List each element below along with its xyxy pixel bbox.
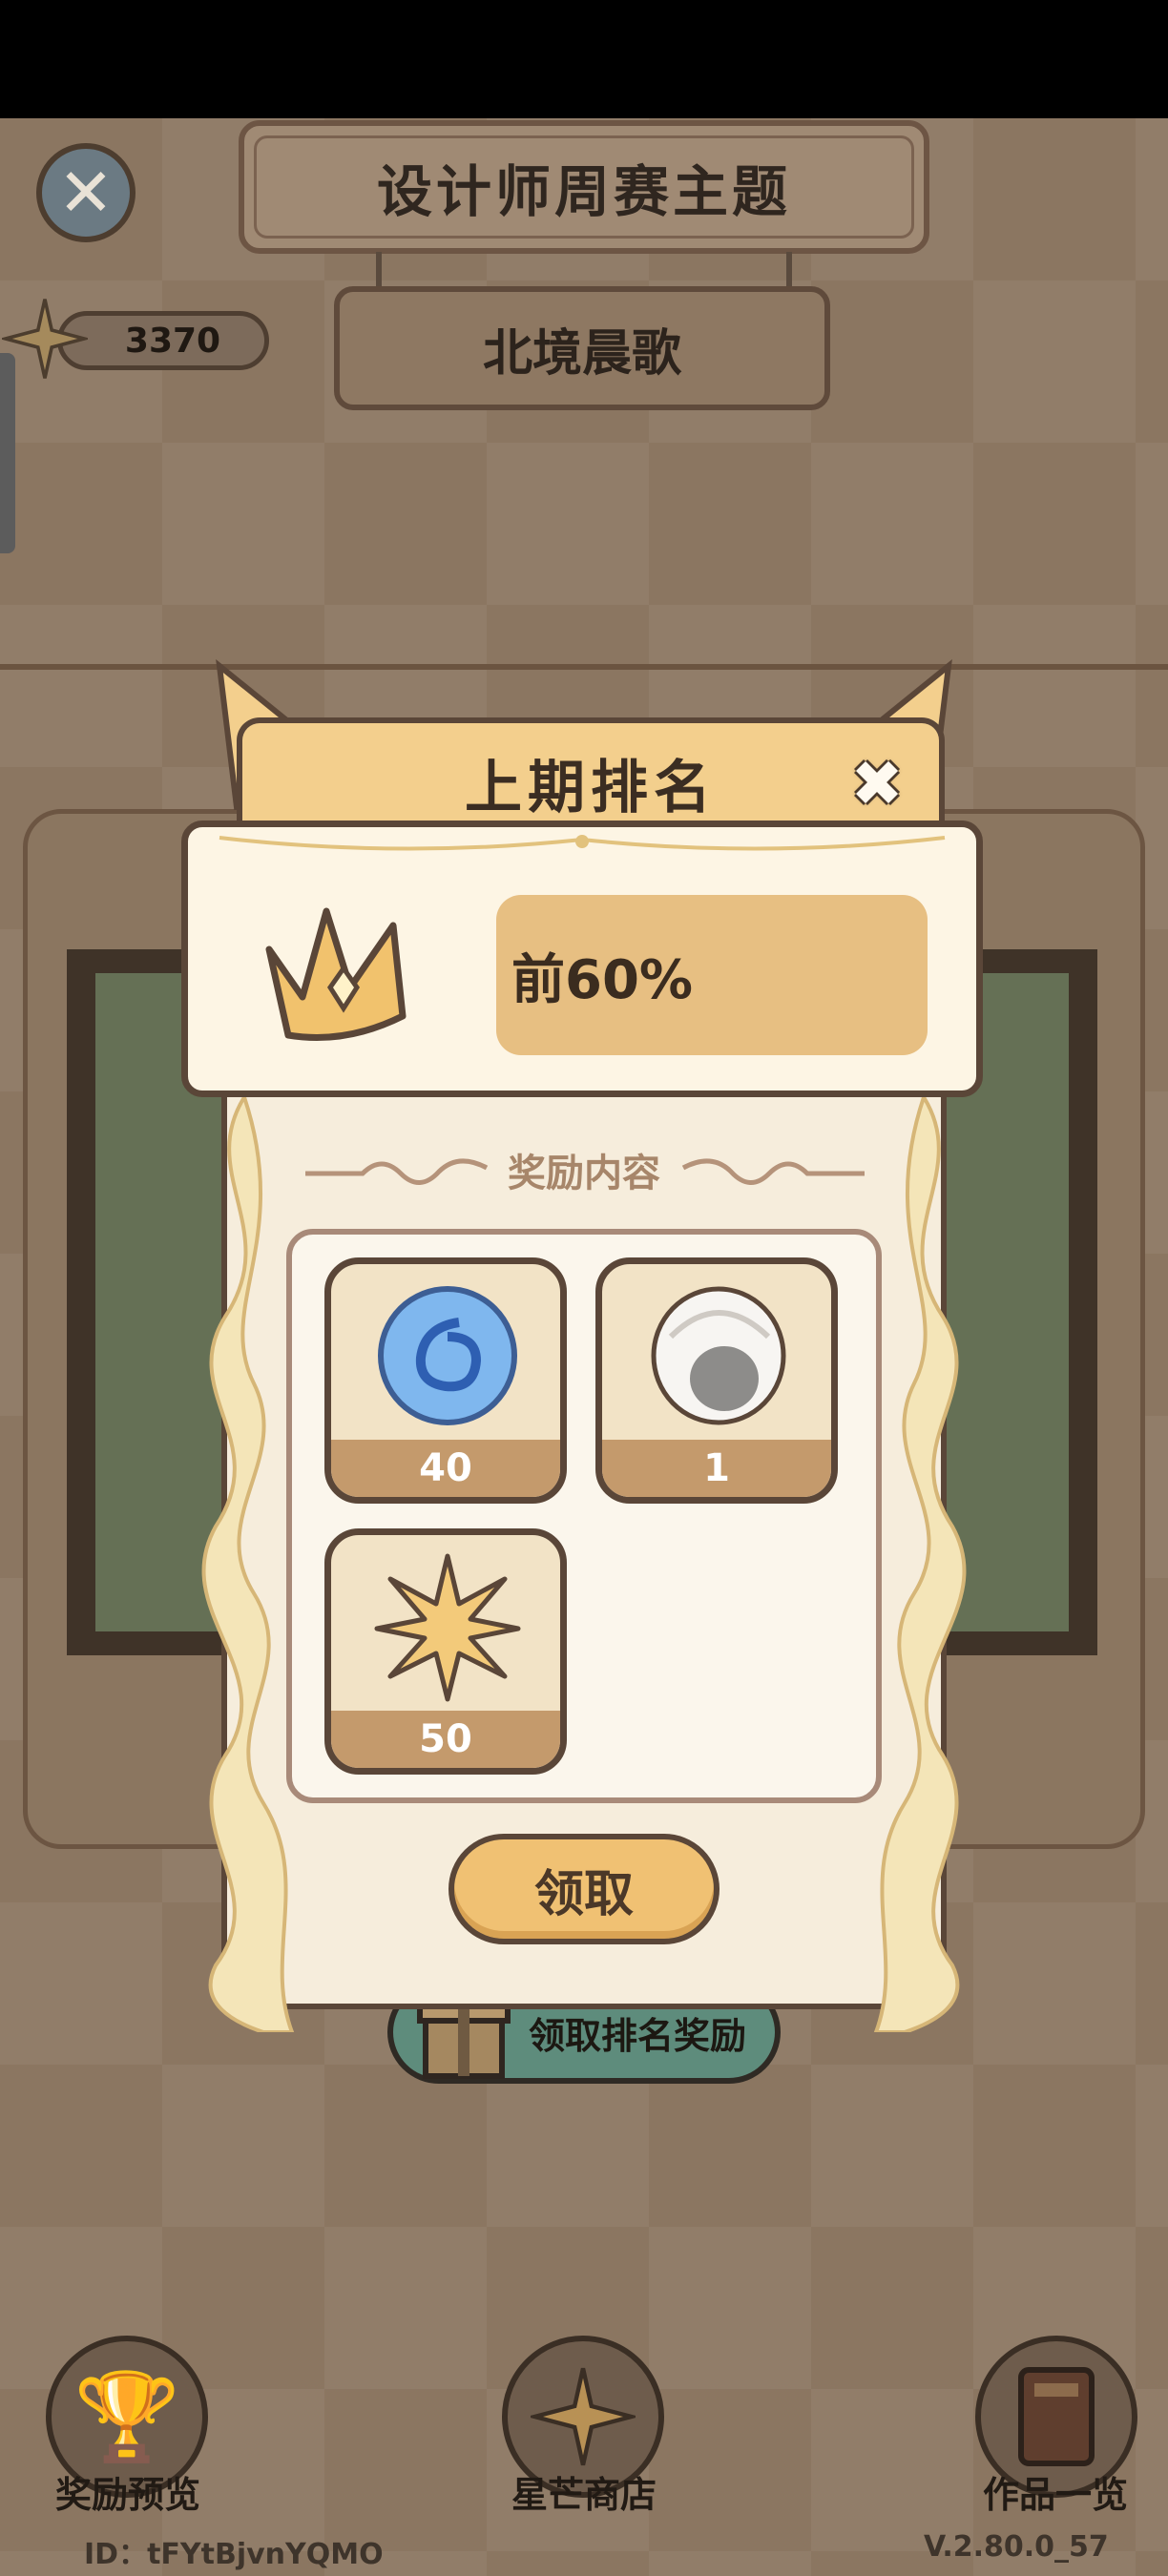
claim-button[interactable]: 领取 <box>448 1834 720 1944</box>
reward-preview-label[interactable]: 奖励预览 <box>4 2465 252 2518</box>
rewards-section-title: 奖励内容 <box>508 1152 660 1195</box>
modal-title: 上期排名 <box>465 754 717 821</box>
star-score-value: 3370 <box>124 321 221 361</box>
star-score-display: 3370 <box>57 311 269 370</box>
side-tab-handle[interactable] <box>0 353 15 553</box>
white-hair-wig-icon <box>651 1286 786 1425</box>
star-icon <box>531 2367 636 2466</box>
page-title: 设计师周赛主题 <box>239 120 929 254</box>
book-icon <box>1018 2367 1095 2466</box>
claim-rank-reward-label: 领取排名奖励 <box>528 2014 746 2057</box>
status-bar <box>0 0 1168 118</box>
theme-subtitle: 北境晨歌 <box>334 286 830 410</box>
rank-percentile: 前60% <box>496 895 928 1055</box>
gold-star-icon <box>374 1553 521 1702</box>
modal-footer <box>221 1990 947 2009</box>
user-id: ID：tFYtBjvnYQMO <box>84 2538 384 2571</box>
reward-count: 1 <box>602 1440 831 1497</box>
reward-count: 40 <box>331 1440 560 1497</box>
rank-percentile-value: 前60% <box>511 948 694 1011</box>
reward-item[interactable]: 50 <box>324 1528 567 1775</box>
page-title-text: 设计师周赛主题 <box>376 159 791 224</box>
claim-button-label: 领取 <box>533 1865 634 1923</box>
close-icon[interactable]: ✕ <box>36 143 136 242</box>
swirl-ornament-right <box>681 1158 865 1185</box>
works-overview-label[interactable]: 作品一览 <box>931 2465 1168 2518</box>
rank-card-ornament <box>219 835 946 851</box>
reward-item[interactable]: 1 <box>595 1257 838 1504</box>
reward-item[interactable]: 40 <box>324 1257 567 1504</box>
theme-subtitle-text: 北境晨歌 <box>482 324 681 383</box>
divider <box>0 664 1168 670</box>
version-label: V.2.80.0_57 <box>924 2530 1109 2564</box>
trophy-icon: 🏆 <box>73 2366 181 2467</box>
modal-close-icon[interactable]: ✖ <box>842 747 912 821</box>
reward-count: 50 <box>331 1711 560 1768</box>
crown-icon <box>265 907 407 1041</box>
blue-swirl-orb-icon <box>378 1286 517 1425</box>
star-shop-label[interactable]: 星芒商店 <box>460 2465 708 2518</box>
